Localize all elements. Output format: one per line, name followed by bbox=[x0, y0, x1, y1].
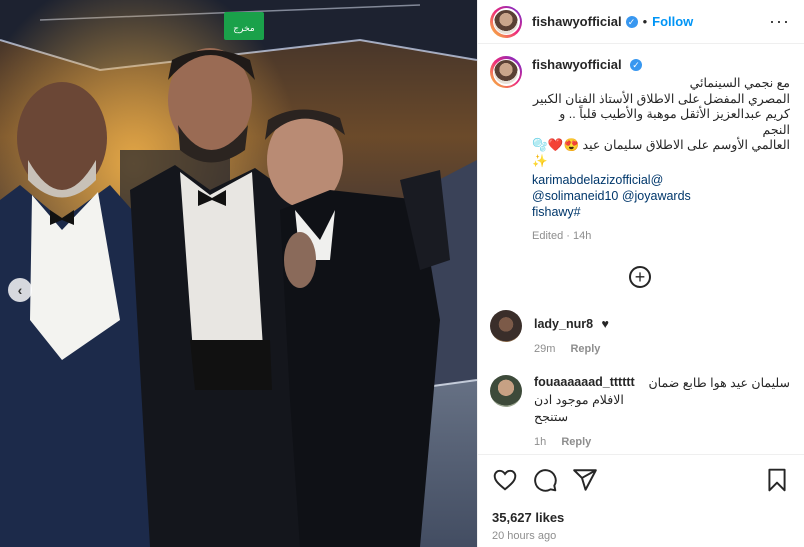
post-header: fishawyofficial ✓ • Follow ··· bbox=[478, 0, 804, 44]
hashtag-link[interactable]: fishawy# bbox=[532, 204, 790, 220]
comment-icon[interactable] bbox=[532, 467, 558, 493]
caption: fishawyofficial ✓ مع نجمي السينمائي المص… bbox=[490, 56, 790, 242]
comment-text-line: سليمان عيد هوا طابع ضمان bbox=[648, 375, 790, 390]
exit-sign-label: مخرج bbox=[233, 24, 255, 34]
comment-text: ♥ bbox=[601, 316, 609, 331]
edited-timestamp: Edited · 14h bbox=[532, 229, 592, 242]
previous-photo-button[interactable]: ‹ bbox=[8, 278, 32, 302]
likes-count[interactable]: 35,627 likes bbox=[492, 510, 790, 525]
post-timestamp[interactable]: 20 hours ago bbox=[492, 530, 790, 542]
verified-badge-icon: ✓ bbox=[630, 58, 643, 71]
caption-line: مع نجمي السينمائي bbox=[689, 76, 790, 90]
photo-illustration: مخرج bbox=[0, 0, 477, 547]
separator-dot: • bbox=[642, 14, 648, 29]
comment-item: fouaaaaaad_tttttt سليمان عيد هوا طابع ضم… bbox=[490, 374, 790, 448]
comment-text: سليمان عيد هوا طابع ضمان bbox=[639, 375, 790, 392]
more-horizontal-icon[interactable]: ··· bbox=[769, 11, 790, 32]
follow-button[interactable]: Follow bbox=[652, 14, 693, 29]
share-icon[interactable] bbox=[572, 467, 598, 493]
post-actions: 35,627 likes 20 hours ago bbox=[478, 454, 804, 542]
author-username[interactable]: fishawyofficial bbox=[532, 14, 622, 29]
caption-line: العالمي الأوسم على الاطلاق سليمان عيد 😍❤… bbox=[532, 138, 790, 152]
comment-time: 29m bbox=[534, 342, 556, 355]
caption-line: كريم عبدالعزيز الأثقل موهبة والأطيب قلبا… bbox=[559, 107, 790, 137]
caption-text: مع نجمي السينمائي المصري المفضل على الاط… bbox=[532, 76, 790, 154]
caption-username[interactable]: fishawyofficial bbox=[532, 57, 622, 72]
comment-text-line: الافلام موجود ادن ستنجح bbox=[534, 392, 624, 424]
chevron-left-icon: ‹ bbox=[17, 282, 23, 298]
comment-item: lady_nur8 ♥ 29m Reply bbox=[490, 309, 790, 355]
caption-author-avatar[interactable] bbox=[490, 56, 522, 88]
comment-time: 1h bbox=[534, 435, 547, 448]
comment-username[interactable]: lady_nur8 bbox=[534, 317, 593, 331]
heart-icon[interactable] bbox=[492, 467, 518, 493]
post-photo[interactable]: مخرج ‹ bbox=[0, 0, 477, 547]
author-avatar[interactable] bbox=[490, 5, 522, 38]
post-side-panel: fishawyofficial ✓ • Follow ··· fishawyof… bbox=[477, 0, 804, 547]
caption-mentions: karimabdelazizofficial@ @solimaneid10 @j… bbox=[532, 172, 790, 220]
caption-line: المصري المفضل على الاطلاق الأستاذ الفنان… bbox=[533, 91, 790, 106]
mention-link[interactable]: karimabdelazizofficial@ bbox=[532, 172, 790, 188]
verified-badge-icon: ✓ bbox=[625, 15, 638, 28]
bookmark-icon[interactable] bbox=[764, 467, 790, 493]
reply-button[interactable]: Reply bbox=[570, 343, 600, 355]
commenter-avatar[interactable] bbox=[490, 374, 522, 407]
load-more-comments-icon[interactable]: + bbox=[629, 265, 651, 288]
mention-link[interactable]: @solimaneid10 @joyawards bbox=[532, 188, 790, 204]
caption-line: ✨ bbox=[532, 153, 548, 168]
comment-username[interactable]: fouaaaaaad_tttttt bbox=[534, 375, 635, 389]
reply-button[interactable]: Reply bbox=[561, 436, 591, 448]
commenter-avatar[interactable] bbox=[490, 309, 522, 342]
